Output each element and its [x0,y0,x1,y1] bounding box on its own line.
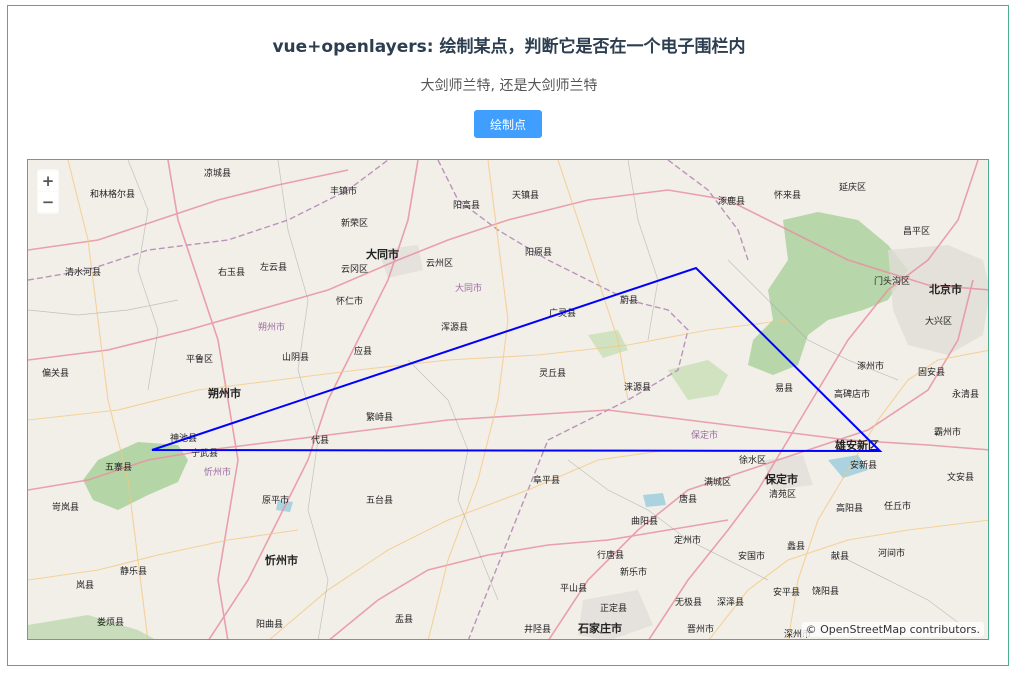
page-subtitle: 大剑师兰特, 还是大剑师兰特 [420,78,598,94]
fence-layer [151,266,883,453]
zoom-out-button[interactable]: − [38,192,58,212]
zoom-control: + − [37,169,59,214]
electronic-fence-polygon[interactable] [151,266,883,453]
page-title: vue+openlayers: 绘制某点，判断它是否在一个电子围栏内 [272,37,746,57]
map-view[interactable]: 和林格尔县 凉城县 丰镇市 阳高县 天镇县 新荣区 清水河县 右玉县 左云县 云… [27,159,989,640]
demo-container: vue+openlayers: 绘制某点，判断它是否在一个电子围栏内 大剑师兰特… [7,5,1009,666]
map-attribution[interactable]: © OpenStreetMap contributors. [801,622,984,637]
zoom-in-button[interactable]: + [38,171,58,191]
draw-point-button[interactable]: 绘制点 [474,110,542,138]
